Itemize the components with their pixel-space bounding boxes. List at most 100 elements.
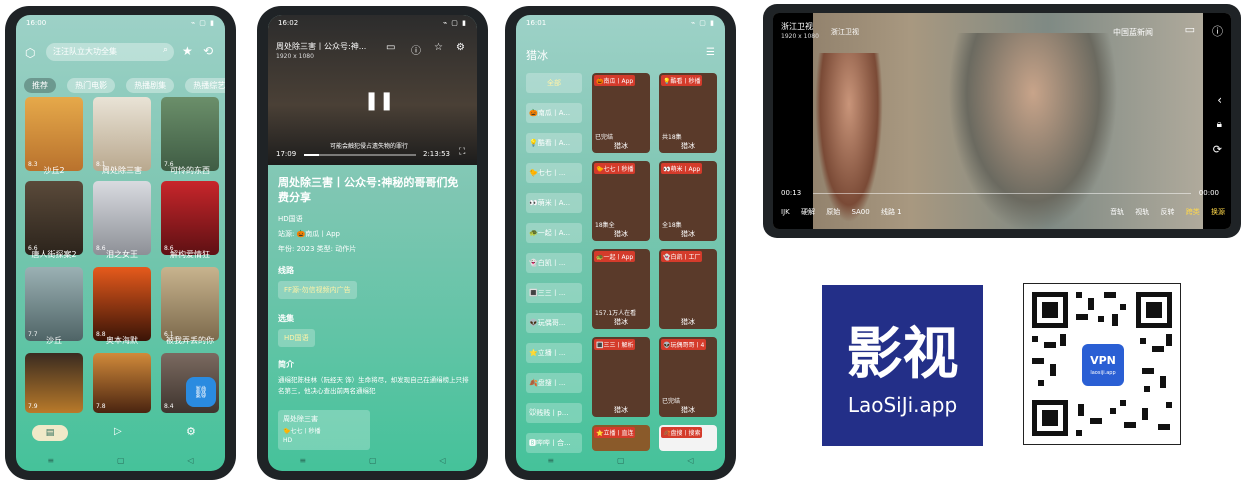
cast-icon[interactable]: ▭ — [386, 42, 395, 53]
nav-back-icon[interactable]: ◁ — [439, 456, 445, 465]
nav-home-icon[interactable]: ▢ — [369, 456, 377, 465]
tab-movies[interactable]: 热门电影 — [67, 78, 116, 93]
aspect-original[interactable]: 原始 — [826, 208, 840, 216]
settings-tab-icon[interactable]: ⚙ — [186, 425, 196, 438]
source-item[interactable]: 🐢一起丨A... — [526, 223, 582, 243]
route-1[interactable]: 线路 1 — [881, 208, 902, 216]
episode-button[interactable]: HD国语 — [278, 329, 315, 347]
audio-sa00[interactable]: SA00 — [851, 208, 869, 216]
system-navbar: ≡ ▢ ◁ — [268, 449, 477, 471]
search-input[interactable]: 猎冰 — [526, 47, 548, 63]
pause-icon[interactable]: ❚❚ — [364, 90, 394, 111]
poster-5[interactable]: 8.6 — [93, 181, 151, 255]
nav-home-icon[interactable]: ▢ — [117, 456, 125, 465]
source-all[interactable]: 全部 — [526, 73, 582, 93]
search-bar[interactable]: 汪汪队立大功全集 ⌕ — [46, 43, 174, 61]
skip-type[interactable]: 跨类 — [1186, 208, 1200, 216]
star-icon[interactable]: ★ — [182, 44, 193, 58]
tab-variety[interactable]: 热播综艺 — [185, 78, 225, 93]
poster-1[interactable]: 8.3 — [25, 97, 83, 171]
change-source[interactable]: 换源 — [1211, 208, 1225, 216]
source-item[interactable]: 👽玩偶哥... — [526, 313, 582, 333]
poster-6[interactable]: 8.6 — [161, 181, 219, 255]
tv-player[interactable]: 浙江卫视 1920 x 1080 浙江卫视 中国蓝新闻 ▭ ⓘ ‹ 🔒︎ ⟳ 0… — [773, 13, 1231, 229]
nav-home-icon[interactable]: ▢ — [617, 456, 625, 465]
source-item[interactable]: 👀萌米丨A... — [526, 193, 582, 213]
source-item[interactable]: 👻白凯丨... — [526, 253, 582, 273]
tab-series[interactable]: 热播剧集 — [126, 78, 175, 93]
result-tile[interactable]: 🐤七七丨秒播 18集全 猎冰 — [592, 161, 650, 241]
video-player[interactable]: 16:02 ⌁ ▢ ▮ 周处除三害丨公众号:神... 1920 x 1080 ▭… — [268, 15, 477, 165]
search-input[interactable]: 汪汪队立大功全集 — [53, 46, 117, 57]
result-tile[interactable]: ⭐立播丨直连 — [592, 425, 650, 451]
result-tile[interactable]: 🎃南瓜丨App 已完结 猎冰 — [592, 73, 650, 153]
history-icon[interactable]: ⟲ — [203, 44, 213, 58]
poster-11[interactable]: 7.8 — [93, 353, 151, 413]
reverse[interactable]: 反转 — [1161, 208, 1175, 216]
result-tile[interactable]: 👻白凯丨工厂 猎冰 — [659, 249, 717, 329]
video-track[interactable]: 视轨 — [1135, 208, 1149, 216]
nav-back-icon[interactable]: ◁ — [187, 456, 193, 465]
video-tab-icon[interactable]: ▷ — [114, 426, 122, 437]
source-item[interactable]: ⭐立播丨... — [526, 343, 582, 363]
poster-title: 周处除三害 — [102, 166, 142, 175]
rotate-icon[interactable]: ⟳ — [1213, 143, 1222, 156]
duration: 2:13:53 — [423, 150, 450, 158]
nav-menu-icon[interactable]: ≡ — [547, 456, 554, 465]
poster-7[interactable]: 7.7 — [25, 267, 83, 341]
home-tab-icon[interactable]: ▤ — [32, 425, 68, 441]
gear-icon[interactable]: ⚙ — [456, 42, 465, 53]
vpn-badge: VPN laosiji.app — [1078, 340, 1128, 390]
result-tile[interactable]: 👽玩偶哥哥丨4 已完结 猎冰 — [659, 337, 717, 417]
star-icon[interactable]: ☆ — [434, 42, 443, 53]
tab-recommend[interactable]: 推荐 — [24, 78, 56, 93]
tv-seek-bar[interactable] — [813, 193, 1191, 194]
back-icon[interactable]: ‹ — [1217, 93, 1222, 107]
info-icon[interactable]: ⓘ — [411, 42, 421, 57]
result-tile[interactable]: 🔳三三丨解析 猎冰 — [592, 337, 650, 417]
status-time: 16:02 — [278, 19, 299, 27]
detail-source: 站源: 🎃南瓜丨App — [278, 230, 340, 238]
fullscreen-icon[interactable]: ⛶ — [459, 147, 465, 157]
qr-code: VPN laosiji.app — [1023, 283, 1181, 445]
related-card[interactable]: 周处除三害 🐤七七丨秒播 HD — [278, 410, 370, 450]
app-logo: 影视 LaoSiJi.app — [822, 285, 983, 446]
seek-bar[interactable] — [304, 154, 416, 156]
current-time: 17:09 — [276, 150, 297, 158]
poster-3[interactable]: 7.6 — [161, 97, 219, 171]
poster-4[interactable]: 6.6 — [25, 181, 83, 255]
poster-2[interactable]: 8.1 — [93, 97, 151, 171]
list-icon[interactable]: ☰ — [706, 47, 715, 58]
hard-decode[interactable]: 硬解 — [801, 208, 815, 216]
cube-icon[interactable]: ⬡ — [25, 46, 35, 60]
status-icons: ⌁ ▢ ▮ — [442, 19, 467, 27]
result-tile[interactable]: 👀萌米丨App 全18集 猎冰 — [659, 161, 717, 241]
link-fab[interactable]: ⛓ — [186, 377, 216, 407]
nav-menu-icon[interactable]: ≡ — [47, 456, 54, 465]
search-icon[interactable]: ⌕ — [163, 45, 168, 55]
audio-track[interactable]: 音轨 — [1110, 208, 1124, 216]
poster-10[interactable]: 7.9 — [25, 353, 83, 413]
tv-controls-left: IJK 硬解 原始 SA00 线路 1 — [781, 207, 902, 217]
bottom-tabs: ▤ ▷ ⚙ — [16, 423, 225, 445]
source-item[interactable]: 🐤七七丨... — [526, 163, 582, 183]
nav-back-icon[interactable]: ◁ — [687, 456, 693, 465]
source-item[interactable]: 🎃南瓜丨A... — [526, 103, 582, 123]
source-item[interactable]: 🔳三三丨... — [526, 283, 582, 303]
poster-8[interactable]: 8.8 — [93, 267, 151, 341]
source-item[interactable]: 🍂盘搜丨... — [526, 373, 582, 393]
status-time: 16:01 — [526, 19, 547, 27]
cast-icon[interactable]: ▭ — [1185, 23, 1195, 36]
route-button[interactable]: FF源-勿信视频内广告 — [278, 281, 357, 299]
source-item[interactable]: 🐭贱贱丨p... — [526, 403, 582, 423]
lock-icon[interactable]: 🔒︎ — [1217, 119, 1222, 130]
time-left: 00:13 — [781, 189, 802, 197]
result-tile[interactable]: 💡酷看丨秒播 共18集 猎冰 — [659, 73, 717, 153]
nav-menu-icon[interactable]: ≡ — [299, 456, 306, 465]
decoder-ijk[interactable]: IJK — [781, 208, 790, 216]
info-icon[interactable]: ⓘ — [1212, 23, 1223, 39]
result-tile[interactable]: 🍂盘搜丨搜索 — [659, 425, 717, 451]
source-item[interactable]: 💡酷看丨A... — [526, 133, 582, 153]
result-tile[interactable]: 🐢一起丨App 157.1万人在看 猎冰 — [592, 249, 650, 329]
poster-9[interactable]: 6.1 — [161, 267, 219, 341]
